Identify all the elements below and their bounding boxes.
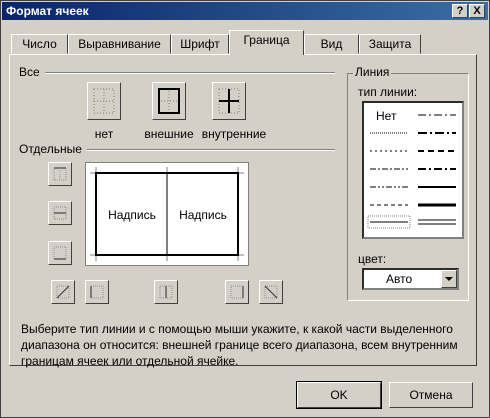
line-style-label: тип линии:	[358, 85, 418, 99]
border-top-icon	[53, 167, 67, 181]
presets-separator	[45, 72, 335, 74]
line-style-samples	[367, 114, 456, 229]
border-group-label: Отдельные	[17, 142, 84, 156]
tab-view[interactable]: Вид	[304, 34, 359, 54]
border-inside-horizontal-icon	[53, 206, 67, 220]
preview-cell-text-left: Надпись	[108, 208, 156, 222]
line-color-label: цвет:	[358, 252, 387, 266]
format-cells-dialog: Формат ячеек ? X Число Выравнивание Шриф…	[0, 0, 490, 418]
tab-font[interactable]: Шрифт	[171, 34, 229, 54]
help-description: Выберите тип линии и с помощью мыши укаж…	[21, 322, 458, 368]
preset-inside-label: внутренние	[201, 127, 267, 141]
border-diagonal-down-button[interactable]	[259, 280, 283, 304]
preset-outline-button[interactable]	[152, 82, 186, 120]
line-style-list[interactable]: Нет	[362, 101, 464, 239]
window-title: Формат ячеек	[6, 4, 89, 18]
preset-outline-label: внешние	[144, 127, 194, 141]
border-preview[interactable]: Надпись Надпись	[85, 162, 249, 266]
preset-inside-button[interactable]	[212, 82, 246, 120]
cancel-button[interactable]: Отмена	[389, 382, 473, 408]
border-top-button[interactable]	[48, 162, 72, 186]
line-color-select[interactable]: Авто	[362, 268, 459, 290]
border-diagonal-down-icon	[264, 285, 278, 299]
border-right-button[interactable]	[225, 280, 249, 304]
chevron-down-icon	[445, 277, 453, 281]
preset-none-label: нет	[94, 127, 114, 141]
close-button[interactable]: X	[469, 4, 485, 18]
combo-dropdown-button[interactable]	[441, 270, 457, 288]
border-bottom-button[interactable]	[48, 241, 72, 265]
border-inside-horizontal-button[interactable]	[48, 201, 72, 225]
presets-group-label: Все	[17, 65, 42, 79]
border-diagonal-up-icon	[56, 285, 70, 299]
ok-button[interactable]: OK	[296, 381, 382, 409]
border-diagonal-up-button[interactable]	[51, 280, 75, 304]
border-inside-icon	[218, 88, 240, 114]
border-outline-icon	[158, 88, 180, 114]
preview-cell-text-right: Надпись	[179, 208, 227, 222]
line-group-label: Линия	[353, 65, 392, 79]
border-inside-vertical-icon	[159, 285, 173, 299]
border-left-button[interactable]	[85, 280, 109, 304]
tab-alignment[interactable]: Выравнивание	[68, 34, 171, 54]
title-bar: Формат ячеек ? X	[2, 2, 488, 20]
tab-border[interactable]: Граница	[229, 30, 304, 55]
border-right-icon	[230, 285, 244, 299]
help-button[interactable]: ?	[452, 4, 468, 18]
tab-number[interactable]: Число	[11, 34, 68, 54]
border-separator	[87, 149, 335, 151]
border-none-icon	[93, 88, 115, 114]
tab-protection[interactable]: Защита	[359, 34, 421, 54]
border-inside-vertical-button[interactable]	[154, 280, 178, 304]
line-color-value: Авто	[386, 272, 413, 286]
border-bottom-icon	[53, 246, 67, 260]
preset-none-button[interactable]	[87, 82, 121, 120]
border-left-icon	[90, 285, 104, 299]
